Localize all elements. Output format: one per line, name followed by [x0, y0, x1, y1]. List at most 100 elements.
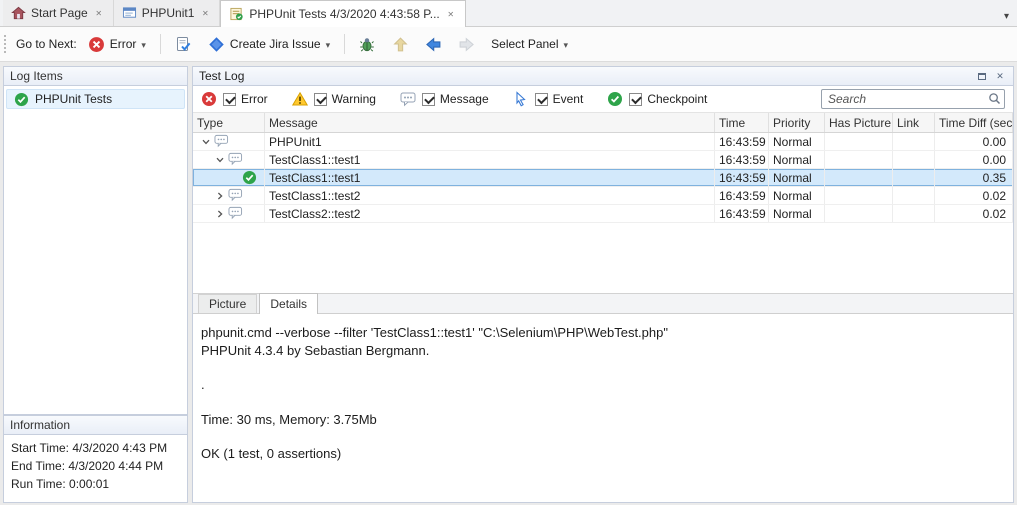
cell-time-diff: 0.00	[935, 133, 1013, 150]
filter-label: Checkpoint	[647, 92, 707, 106]
create-jira-issue-button[interactable]: Create Jira Issue	[203, 33, 335, 56]
tab-overflow-chevron-icon[interactable]	[1004, 8, 1009, 22]
tab-label: Details	[270, 297, 307, 311]
cell-time: 16:43:59	[715, 169, 769, 186]
up-one-level-button[interactable]	[387, 33, 414, 56]
detail-line: OK (1 test, 0 assertions)	[201, 445, 1005, 463]
column-header-priority[interactable]: Priority	[769, 113, 825, 132]
tab-start-page[interactable]: Start Page	[3, 0, 114, 26]
cell-priority: Normal	[769, 151, 825, 168]
chevron-down-icon	[326, 37, 331, 51]
expand-chevron-down-icon[interactable]	[199, 135, 213, 149]
error-button-label: Error	[110, 37, 137, 51]
cell-link	[893, 187, 935, 204]
cell-link	[893, 205, 935, 222]
tab-details[interactable]: Details	[259, 293, 318, 314]
log-row[interactable]: PHPUnit1 16:43:59 Normal 0.00	[193, 133, 1013, 151]
toolbar-separator	[160, 34, 161, 54]
filter-label: Error	[241, 92, 268, 106]
maximize-panel-button[interactable]	[975, 69, 989, 83]
close-panel-button[interactable]	[993, 69, 1007, 83]
message-icon	[214, 134, 230, 149]
tab-phpunit-tests-log[interactable]: PHPUnit Tests 4/3/2020 4:43:58 P...	[220, 0, 465, 27]
tree-item-phpunit-tests[interactable]: PHPUnit Tests	[6, 89, 185, 109]
filter-bar: Error Warning Message	[193, 86, 1013, 113]
cell-link	[893, 133, 935, 150]
column-header-link[interactable]: Link	[893, 113, 935, 132]
message-filter-checkbox[interactable]	[422, 93, 435, 106]
cell-time: 16:43:59	[715, 187, 769, 204]
document-check-icon	[175, 36, 192, 53]
cell-link	[893, 169, 935, 186]
cell-time-diff: 0.02	[935, 187, 1013, 204]
event-cursor-icon	[513, 91, 530, 108]
go-to-next-error-button[interactable]: Error	[83, 33, 151, 56]
start-time-text: Start Time: 4/3/2020 4:43 PM	[11, 439, 187, 457]
column-header-type[interactable]: Type	[193, 113, 265, 132]
test-log-panel: Test Log Error	[192, 66, 1014, 503]
search-input[interactable]	[821, 89, 1005, 109]
log-row[interactable]: TestClass2::test2 16:43:59 Normal 0.02	[193, 205, 1013, 223]
information-title: Information	[10, 418, 70, 432]
tab-label: Picture	[209, 297, 246, 311]
report-bug-button[interactable]	[354, 33, 381, 56]
detail-line	[201, 428, 1005, 445]
test-log-title: Test Log	[199, 69, 244, 83]
expand-chevron-right-icon[interactable]	[213, 207, 227, 221]
cell-time-diff: 0.02	[935, 205, 1013, 222]
filter-warning: Warning	[292, 91, 376, 108]
details-content: phpunit.cmd --verbose --filter 'TestClas…	[193, 314, 1013, 502]
log-toolbar: Go to Next: Error Create Jira Issue	[0, 27, 1017, 62]
cell-has-picture	[825, 133, 893, 150]
chevron-down-icon	[141, 37, 146, 51]
log-row[interactable]: TestClass1::test2 16:43:59 Normal 0.02	[193, 187, 1013, 205]
close-icon[interactable]	[93, 7, 105, 19]
cell-message: TestClass2::test2	[265, 205, 715, 222]
run-time-text: Run Time: 0:00:01	[11, 475, 187, 493]
log-table-header: Type Message Time Priority Has Picture L…	[193, 113, 1013, 133]
next-item-button[interactable]	[453, 33, 480, 56]
checkpoint-icon	[242, 170, 258, 185]
information-panel-header: Information	[3, 415, 188, 435]
toolbar-grip[interactable]	[4, 35, 8, 53]
expand-chevron-right-icon[interactable]	[213, 189, 227, 203]
filter-checkpoint: Checkpoint	[607, 91, 707, 108]
column-header-message[interactable]: Message	[265, 113, 715, 132]
close-icon[interactable]	[445, 8, 457, 20]
content-region: Log Items PHPUnit Tests Information Star…	[0, 62, 1017, 505]
information-body: Start Time: 4/3/2020 4:43 PM End Time: 4…	[3, 435, 188, 503]
event-filter-checkbox[interactable]	[535, 93, 548, 106]
log-row[interactable]: TestClass1::test1 16:43:59 Normal 0.00	[193, 151, 1013, 169]
cell-message: PHPUnit1	[265, 133, 715, 150]
left-arrow-icon	[425, 36, 442, 53]
column-header-has-picture[interactable]: Has Picture	[825, 113, 893, 132]
log-items-panel-header: Log Items	[3, 66, 188, 86]
maximize-icon	[978, 73, 986, 80]
log-row-selected[interactable]: TestClass1::test1 16:43:59 Normal 0.35	[193, 169, 1013, 187]
tab-picture[interactable]: Picture	[198, 294, 257, 313]
error-filter-checkbox[interactable]	[223, 93, 236, 106]
close-icon[interactable]	[199, 7, 211, 19]
select-panel-button[interactable]: Select Panel	[486, 34, 573, 54]
checkpoint-icon	[14, 92, 30, 107]
test-log-icon	[229, 7, 244, 21]
cell-has-picture	[825, 169, 893, 186]
detail-line: Time: 30 ms, Memory: 3.75Mb	[201, 411, 1005, 429]
checkpoint-filter-checkbox[interactable]	[629, 93, 642, 106]
log-items-tree: PHPUnit Tests	[3, 86, 188, 415]
expand-chevron-down-icon[interactable]	[213, 153, 227, 167]
export-results-button[interactable]	[170, 33, 197, 56]
previous-item-button[interactable]	[420, 33, 447, 56]
warning-filter-checkbox[interactable]	[314, 93, 327, 106]
cell-has-picture	[825, 187, 893, 204]
cell-priority: Normal	[769, 169, 825, 186]
right-arrow-icon	[458, 36, 475, 53]
cell-priority: Normal	[769, 133, 825, 150]
tab-phpunit1[interactable]: PHPUnit1	[114, 0, 221, 26]
column-header-time-diff[interactable]: Time Diff (sec)	[935, 113, 1013, 132]
project-item-icon	[122, 6, 137, 20]
cell-link	[825, 205, 893, 222]
message-icon	[400, 91, 417, 108]
column-header-time[interactable]: Time	[715, 113, 769, 132]
filter-event: Event	[513, 91, 584, 108]
